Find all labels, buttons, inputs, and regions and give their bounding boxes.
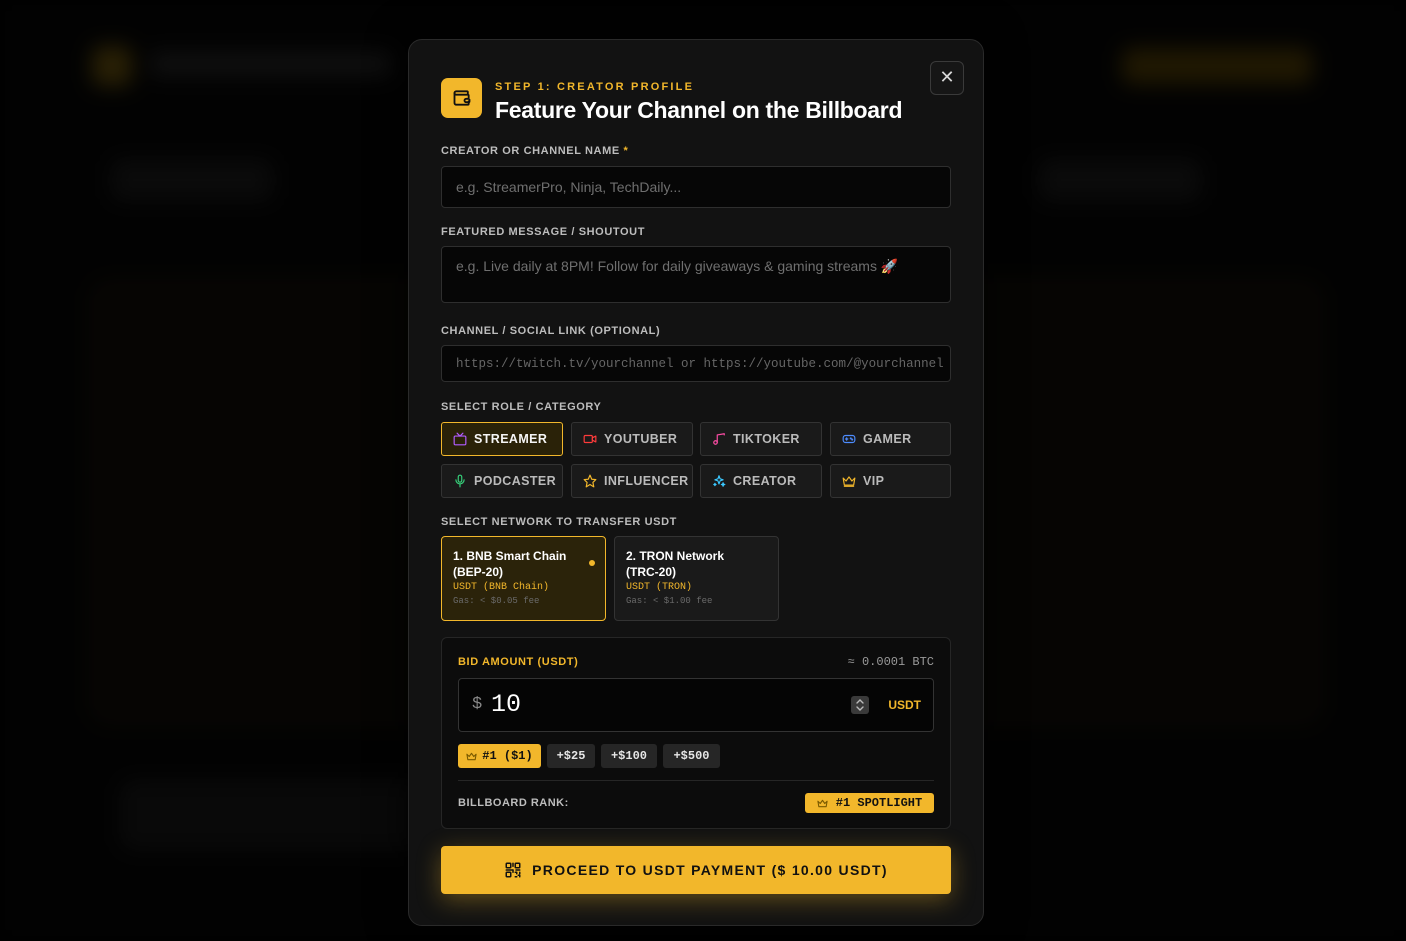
role-youtuber-button[interactable]: YOUTUBER <box>571 422 693 456</box>
chip-label: +$25 <box>556 749 586 763</box>
message-placeholder: e.g. Live daily at 8PM! Follow for daily… <box>456 258 899 274</box>
link-label: CHANNEL / SOCIAL LINK (OPTIONAL) <box>441 325 661 337</box>
tv-icon <box>453 432 467 446</box>
role-label-text: GAMER <box>863 432 912 446</box>
role-label-text: VIP <box>863 474 885 488</box>
bid-amount-label: BID AMOUNT (USDT) <box>458 656 579 668</box>
number-stepper-icon[interactable] <box>851 696 869 714</box>
creator-name-input[interactable]: e.g. StreamerPro, Ninja, TechDaily... <box>441 166 951 208</box>
step-label: STEP 1: CREATOR PROFILE <box>495 81 695 93</box>
role-gamer-button[interactable]: GAMER <box>830 422 951 456</box>
network-gas: Gas: < $1.00 fee <box>626 596 713 606</box>
bid-panel: BID AMOUNT (USDT) ≈ 0.0001 BTC $ 10 USDT… <box>441 637 951 829</box>
role-label-text: TIKTOKER <box>733 432 800 446</box>
background-nav <box>150 52 390 76</box>
billboard-rank-label: BILLBOARD RANK: <box>458 797 569 809</box>
required-mark: * <box>623 145 629 157</box>
btc-equivalent: ≈ 0.0001 BTC <box>847 655 934 669</box>
creator-name-placeholder: e.g. StreamerPro, Ninja, TechDaily... <box>456 179 682 195</box>
crown-icon <box>842 476 856 487</box>
quick-bid-500-button[interactable]: +$500 <box>663 744 720 768</box>
currency-symbol: $ <box>472 695 483 714</box>
role-creator-button[interactable]: CREATOR <box>700 464 822 498</box>
role-label-text: STREAMER <box>474 432 548 446</box>
network-token: USDT (TRON) <box>626 582 693 593</box>
role-label-text: YOUTUBER <box>604 432 678 446</box>
background-stat <box>112 160 272 200</box>
divider <box>458 780 934 781</box>
proceed-to-payment-button[interactable]: PROCEED TO USDT PAYMENT ($ 10.00 USDT) <box>441 846 951 894</box>
crown-icon <box>817 799 828 807</box>
message-textarea[interactable]: e.g. Live daily at 8PM! Follow for daily… <box>441 246 951 303</box>
role-podcaster-button[interactable]: PODCASTER <box>441 464 563 498</box>
gamepad-icon <box>842 434 856 444</box>
chip-label: +$500 <box>673 749 710 763</box>
network-label: SELECT NETWORK TO TRANSFER USDT <box>441 516 677 528</box>
star-icon <box>583 474 597 488</box>
network-name: 1. BNB Smart Chain (BEP-20) <box>453 549 567 579</box>
background-cta <box>1122 48 1312 84</box>
role-label-text: CREATOR <box>733 474 797 488</box>
close-icon: ✕ <box>939 67 955 87</box>
role-label-text: PODCASTER <box>474 474 557 488</box>
close-button[interactable]: ✕ <box>930 61 964 95</box>
creator-name-label-text: CREATOR OR CHANNEL NAME <box>441 145 620 157</box>
bid-amount-input[interactable]: $ 10 USDT <box>458 678 934 732</box>
wallet-icon <box>441 78 482 118</box>
proceed-button-label: PROCEED TO USDT PAYMENT ($ 10.00 USDT) <box>532 862 888 878</box>
channel-link-input[interactable]: https://twitch.tv/yourchannel or https:/… <box>441 345 951 382</box>
video-icon <box>583 434 597 444</box>
quick-bid-rank1-button[interactable]: #1 ($1) <box>458 744 541 768</box>
background-card <box>120 780 420 850</box>
chip-label: #1 ($1) <box>482 749 533 763</box>
chip-label: +$100 <box>610 749 647 763</box>
network-bnb-card[interactable]: 1. BNB Smart Chain (BEP-20) USDT (BNB Ch… <box>441 536 606 621</box>
network-name: 2. TRON Network (TRC-20) <box>626 549 725 579</box>
role-label: SELECT ROLE / CATEGORY <box>441 401 602 413</box>
network-token: USDT (BNB Chain) <box>453 582 550 593</box>
music-note-icon <box>713 433 725 445</box>
bid-amount-value: 10 <box>491 690 522 719</box>
rank-value: #1 SPOTLIGHT <box>835 796 923 810</box>
role-label-text: INFLUENCER <box>604 474 689 488</box>
creator-profile-modal: ✕ STEP 1: CREATOR PROFILE Feature Your C… <box>408 39 984 926</box>
currency-unit: USDT <box>888 698 921 712</box>
creator-name-label: CREATOR OR CHANNEL NAME * <box>441 145 628 157</box>
quick-bid-25-button[interactable]: +$25 <box>547 744 595 768</box>
sparkles-icon <box>713 475 726 487</box>
quick-bid-100-button[interactable]: +$100 <box>601 744 657 768</box>
background-logo <box>92 46 132 86</box>
role-influencer-button[interactable]: INFLUENCER <box>571 464 693 498</box>
network-tron-card[interactable]: 2. TRON Network (TRC-20) USDT (TRON) Gas… <box>614 536 779 621</box>
modal-title: Feature Your Channel on the Billboard <box>495 97 903 123</box>
network-gas: Gas: < $0.05 fee <box>453 596 540 606</box>
channel-link-placeholder: https://twitch.tv/yourchannel or https:/… <box>456 356 944 371</box>
message-label: FEATURED MESSAGE / SHOUTOUT <box>441 226 646 238</box>
role-streamer-button[interactable]: STREAMER <box>441 422 563 456</box>
background-stat <box>1040 160 1200 200</box>
selected-indicator <box>589 560 595 566</box>
crown-icon <box>466 752 477 760</box>
role-tiktoker-button[interactable]: TIKTOKER <box>700 422 822 456</box>
role-vip-button[interactable]: VIP <box>830 464 951 498</box>
qr-code-icon <box>505 862 521 878</box>
rank-badge: #1 SPOTLIGHT <box>805 793 934 813</box>
microphone-icon <box>455 474 465 488</box>
